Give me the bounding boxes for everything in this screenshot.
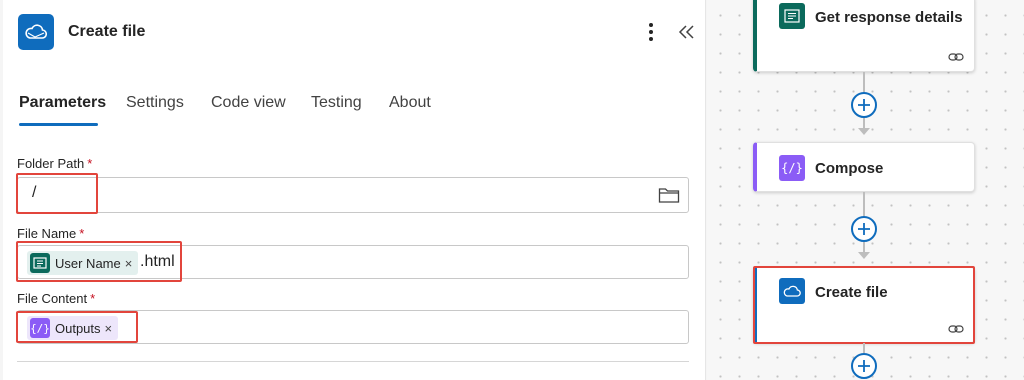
highlight-box-folder-path — [16, 173, 98, 214]
highlight-box-file-content — [16, 311, 138, 343]
required-mark: * — [87, 156, 93, 171]
tab-bar: Parameters Settings Code view Testing Ab… — [3, 90, 706, 130]
required-mark: * — [79, 226, 85, 241]
forms-icon — [779, 3, 805, 29]
folder-path-input[interactable]: / — [17, 177, 689, 213]
folder-path-label: Folder Path * — [17, 156, 93, 171]
step-title: Compose — [815, 160, 884, 177]
folder-icon[interactable] — [658, 186, 680, 204]
onedrive-icon — [18, 14, 54, 50]
connector-line — [863, 343, 865, 353]
tab-code-view[interactable]: Code view — [211, 94, 286, 112]
collapse-panel-icon[interactable] — [677, 19, 697, 45]
tab-about[interactable]: About — [389, 94, 431, 112]
connector-line — [863, 72, 865, 92]
add-step-plus-icon[interactable] — [851, 353, 877, 379]
tab-settings[interactable]: Settings — [126, 94, 184, 112]
step-card-compose[interactable]: {/} Compose — [753, 142, 975, 192]
step-title: Get response details — [815, 9, 963, 26]
connector-arrow — [858, 252, 870, 259]
panel-header: Create file — [3, 0, 706, 66]
highlight-box-file-name — [16, 241, 182, 282]
step-card-get-response-details[interactable]: Get response details — [753, 0, 975, 72]
add-step-plus-icon[interactable] — [851, 92, 877, 118]
connector-line — [863, 192, 865, 216]
add-step-plus-icon[interactable] — [851, 216, 877, 242]
connector-arrow — [858, 128, 870, 135]
panel-title: Create file — [68, 23, 146, 40]
more-options-icon[interactable] — [643, 19, 659, 45]
compose-icon: {/} — [779, 155, 805, 181]
connector-line — [863, 242, 865, 252]
active-tab-indicator — [19, 123, 98, 126]
file-name-label: File Name * — [17, 226, 85, 241]
flow-canvas[interactable]: Get response details {/} Compose Create — [707, 0, 1024, 380]
connector-line — [863, 118, 865, 128]
link-icon — [948, 50, 964, 62]
tab-testing[interactable]: Testing — [311, 94, 362, 112]
divider — [17, 361, 689, 362]
action-details-panel: Create file Parameters Settings Code vie… — [3, 0, 706, 380]
required-mark: * — [90, 291, 96, 306]
highlight-box-create-file-card — [753, 266, 975, 344]
tab-parameters[interactable]: Parameters — [19, 94, 106, 112]
file-content-label: File Content * — [17, 291, 96, 306]
